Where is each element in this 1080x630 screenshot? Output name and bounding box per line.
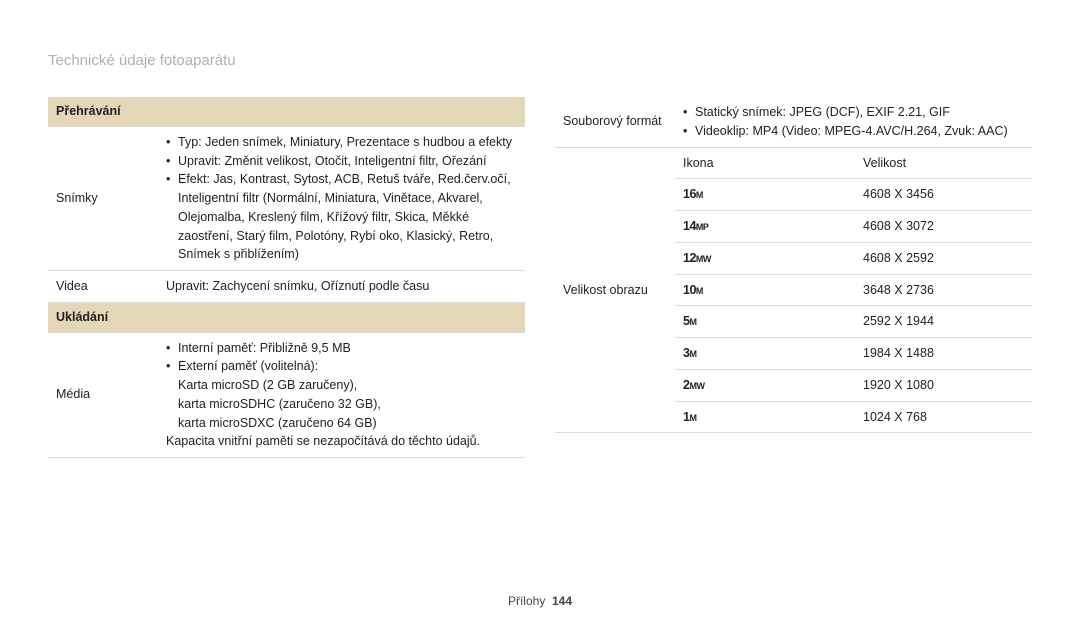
page-footer: Přílohy 144 bbox=[0, 594, 1080, 608]
content-columns: Přehrávání Snímky Typ: Jeden snímek, Min… bbox=[48, 97, 1032, 458]
size-icon: 2MW bbox=[675, 369, 855, 401]
bullet-item: Interní paměť: Přibližně 9,5 MB bbox=[166, 339, 517, 358]
footer-page-number: 144 bbox=[552, 594, 572, 608]
row-videa: Videa Upravit: Zachycení snímku, Oříznut… bbox=[48, 271, 525, 303]
size-value: 1024 X 768 bbox=[855, 401, 1032, 433]
row-videa-value: Upravit: Zachycení snímku, Oříznutí podl… bbox=[158, 271, 525, 303]
bullet-line: karta microSDHC (zaručeno 32 GB), bbox=[178, 397, 381, 411]
col-header-icon: Ikona bbox=[675, 147, 855, 179]
row-file-format-value: Statický snímek: JPEG (DCF), EXIF 2.21, … bbox=[675, 97, 1032, 147]
section-header-label: Přehrávání bbox=[48, 97, 525, 126]
section-header-prehravani: Přehrávání bbox=[48, 97, 525, 126]
bullet-item: Upravit: Změnit velikost, Otočit, Inteli… bbox=[166, 152, 517, 171]
bullet-item: Statický snímek: JPEG (DCF), EXIF 2.21, … bbox=[683, 103, 1024, 122]
left-column: Přehrávání Snímky Typ: Jeden snímek, Min… bbox=[48, 97, 525, 458]
size-value: 4608 X 3072 bbox=[855, 211, 1032, 243]
row-file-format-label: Souborový formát bbox=[555, 97, 675, 147]
row-size-label: Velikost obrazu bbox=[555, 147, 675, 433]
size-icon: 3M bbox=[675, 338, 855, 370]
bullet-line: Karta microSD (2 GB zaručeny), bbox=[178, 378, 357, 392]
size-icon: 1M bbox=[675, 401, 855, 433]
section-header-label: Ukládání bbox=[48, 302, 525, 332]
row-media-label: Média bbox=[48, 332, 158, 458]
left-table: Přehrávání Snímky Typ: Jeden snímek, Min… bbox=[48, 97, 525, 458]
page-title: Technické údaje fotoaparátu bbox=[48, 52, 1032, 69]
bullet-item: Efekt: Jas, Kontrast, Sytost, ACB, Retuš… bbox=[166, 170, 517, 264]
bullet-item: Typ: Jeden snímek, Miniatury, Prezentace… bbox=[166, 133, 517, 152]
bullet-line: karta microSDXC (zaručeno 64 GB) bbox=[178, 416, 377, 430]
size-value: 1920 X 1080 bbox=[855, 369, 1032, 401]
size-value: 4608 X 3456 bbox=[855, 179, 1032, 211]
right-table: Souborový formát Statický snímek: JPEG (… bbox=[555, 97, 1032, 433]
row-media: Média Interní paměť: Přibližně 9,5 MB Ex… bbox=[48, 332, 525, 458]
row-snimky-value: Typ: Jeden snímek, Miniatury, Prezentace… bbox=[158, 126, 525, 270]
row-snimky: Snímky Typ: Jeden snímek, Miniatury, Pre… bbox=[48, 126, 525, 270]
size-icon: 10M bbox=[675, 274, 855, 306]
col-header-size: Velikost bbox=[855, 147, 1032, 179]
row-size-header: Velikost obrazu Ikona Velikost bbox=[555, 147, 1032, 179]
size-icon: 5M bbox=[675, 306, 855, 338]
size-icon: 12MW bbox=[675, 242, 855, 274]
bullet-item: Videoklip: MP4 (Video: MPEG-4.AVC/H.264,… bbox=[683, 122, 1024, 141]
right-column: Souborový formát Statický snímek: JPEG (… bbox=[555, 97, 1032, 458]
row-file-format: Souborový formát Statický snímek: JPEG (… bbox=[555, 97, 1032, 147]
bullet-lead: Externí paměť (volitelná): bbox=[178, 359, 318, 373]
media-note: Kapacita vnitřní paměti se nezapočítává … bbox=[166, 432, 517, 451]
bullet-item: Externí paměť (volitelná): Karta microSD… bbox=[166, 357, 517, 432]
row-snimky-label: Snímky bbox=[48, 126, 158, 270]
size-icon: 16M bbox=[675, 179, 855, 211]
size-value: 3648 X 2736 bbox=[855, 274, 1032, 306]
size-icon: 14MP bbox=[675, 211, 855, 243]
row-videa-label: Videa bbox=[48, 271, 158, 303]
size-value: 1984 X 1488 bbox=[855, 338, 1032, 370]
footer-label: Přílohy bbox=[508, 594, 545, 608]
section-header-ukladani: Ukládání bbox=[48, 302, 525, 332]
row-media-value: Interní paměť: Přibližně 9,5 MB Externí … bbox=[158, 332, 525, 458]
size-value: 4608 X 2592 bbox=[855, 242, 1032, 274]
size-value: 2592 X 1944 bbox=[855, 306, 1032, 338]
